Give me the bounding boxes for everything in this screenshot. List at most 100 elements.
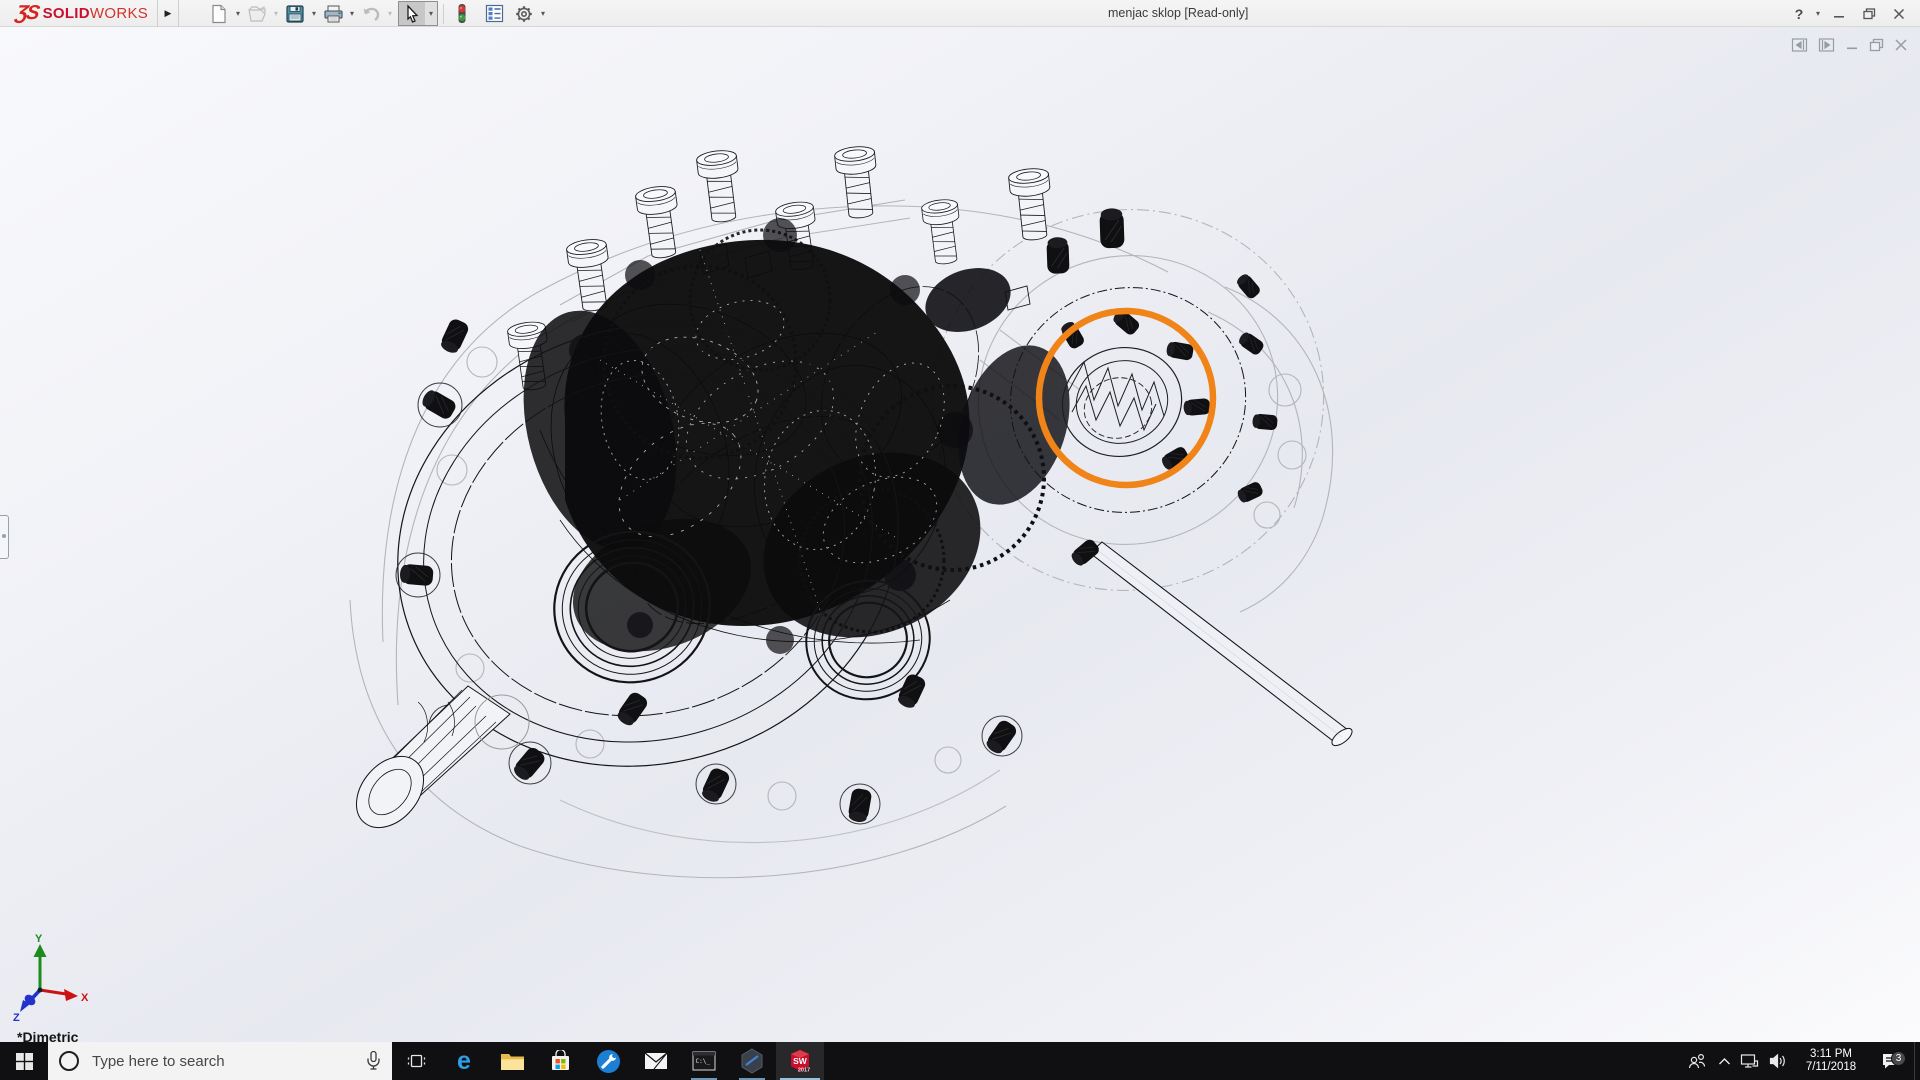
doc-minimize-button[interactable]	[1845, 38, 1859, 52]
print-dropdown[interactable]	[346, 1, 358, 26]
taskbar-search-input[interactable]: Type here to search	[48, 1042, 392, 1080]
toolbar-flyout-arrow[interactable]	[157, 0, 179, 27]
output-shaft	[1069, 537, 1355, 748]
taskbar-file-explorer-button[interactable]	[488, 1042, 536, 1080]
save-dropdown[interactable]	[308, 1, 320, 26]
tray-chevron-up-icon[interactable]	[1712, 1042, 1736, 1080]
undo-button[interactable]	[358, 1, 384, 26]
svg-text:Y: Y	[35, 933, 43, 945]
tray-date: 7/11/2018	[1792, 1061, 1870, 1075]
hex-tool-icon	[740, 1048, 764, 1074]
solidworks-3ds-glyph: ƷS	[14, 0, 40, 27]
select-tool-group	[398, 1, 438, 26]
open-folder-icon	[247, 4, 268, 24]
new-document-dropdown[interactable]	[232, 1, 244, 26]
svg-text:Z: Z	[13, 1012, 20, 1024]
taskbar-solidworks-button[interactable]: SW 2017	[776, 1042, 824, 1080]
close-icon	[1893, 8, 1905, 20]
document-window-controls	[1791, 37, 1908, 53]
mail-icon	[644, 1052, 668, 1070]
feature-manager-collapsed-tab[interactable]	[0, 515, 9, 559]
solidworks-logo: ƷS SOLID WORKS	[16, 0, 148, 27]
options-button[interactable]	[511, 1, 537, 26]
svg-text:C:\_: C:\_	[696, 1058, 711, 1065]
doc-close-button[interactable]	[1894, 38, 1908, 52]
help-dropdown[interactable]	[1812, 0, 1824, 27]
save-floppy-icon	[285, 4, 305, 24]
windows-logo-icon	[16, 1053, 33, 1070]
start-button[interactable]	[0, 1042, 48, 1080]
brand-text-solid: SOLID	[43, 5, 90, 22]
notification-count-badge: 3	[1891, 1051, 1906, 1066]
taskbar-clock[interactable]: 3:11 PM 7/11/2018	[1792, 1048, 1870, 1075]
minimize-icon	[1833, 8, 1845, 20]
svg-text:2017: 2017	[798, 1068, 810, 1074]
volume-icon[interactable]	[1763, 1042, 1792, 1080]
dock-pane-left-button[interactable]	[1791, 37, 1808, 53]
display-options-button[interactable]	[481, 1, 507, 26]
3d-model-canvas[interactable]: Y X Z	[0, 27, 1920, 1042]
file-explorer-icon	[500, 1051, 525, 1072]
action-center-button[interactable]: 3	[1870, 1052, 1910, 1070]
taskbar-edge-button[interactable]: e	[440, 1042, 488, 1080]
print-button[interactable]	[320, 1, 346, 26]
svg-text:e: e	[457, 1048, 471, 1074]
task-view-icon	[407, 1052, 426, 1070]
windows-taskbar: Type here to search e	[0, 1042, 1920, 1080]
show-desktop-divider[interactable]	[1914, 1042, 1915, 1080]
solidworks-2017-icon: SW 2017	[787, 1048, 813, 1074]
doc-restore-button[interactable]	[1869, 38, 1884, 52]
task-view-button[interactable]	[392, 1042, 440, 1080]
select-tool-button[interactable]	[399, 1, 425, 26]
open-document-button[interactable]	[244, 1, 270, 26]
tray-time: 3:11 PM	[1792, 1048, 1870, 1062]
edge-icon: e	[451, 1048, 477, 1074]
rebuild-button[interactable]	[449, 1, 475, 26]
new-document-button[interactable]	[206, 1, 232, 26]
rebuild-traffic-light-icon	[455, 3, 469, 24]
print-icon	[323, 4, 344, 24]
graphics-viewport[interactable]: Y X Z	[0, 27, 1920, 1042]
new-document-icon	[209, 4, 229, 24]
taskbar-mail-button[interactable]	[632, 1042, 680, 1080]
people-icon[interactable]	[1682, 1042, 1712, 1080]
taskbar-store-button[interactable]	[536, 1042, 584, 1080]
undo-icon	[361, 4, 382, 24]
brand-text-works: WORKS	[90, 5, 148, 22]
close-button[interactable]	[1884, 0, 1914, 27]
dock-pane-right-button[interactable]	[1818, 37, 1835, 53]
restore-icon	[1863, 8, 1876, 20]
taskbar-settings-tool-button[interactable]	[584, 1042, 632, 1080]
microphone-icon[interactable]	[366, 1050, 381, 1076]
open-document-dropdown[interactable]	[270, 1, 282, 26]
taskbar-command-prompt-button[interactable]: C:\_	[680, 1042, 728, 1080]
search-placeholder-text: Type here to search	[92, 1053, 225, 1070]
svg-text:X: X	[81, 992, 89, 1004]
command-prompt-icon: C:\_	[692, 1051, 716, 1071]
select-cursor-icon	[403, 4, 422, 24]
svg-text:SW: SW	[793, 1056, 808, 1066]
store-icon	[549, 1050, 572, 1073]
taskbar-hex-tool-button[interactable]	[728, 1042, 776, 1080]
wrench-circle-icon	[596, 1049, 621, 1074]
display-pane-options-icon	[485, 4, 504, 23]
cortana-icon	[59, 1051, 79, 1071]
toolbar-separator	[443, 4, 444, 24]
input-shaft	[343, 686, 529, 841]
main-toolbar	[206, 1, 549, 26]
options-dropdown[interactable]	[537, 1, 549, 26]
document-title: menjac sklop [Read-only]	[1108, 0, 1248, 27]
help-button[interactable]: ?	[1786, 0, 1812, 27]
restore-button[interactable]	[1854, 0, 1884, 27]
select-tool-dropdown[interactable]	[425, 2, 437, 25]
orientation-triad: Y X Z	[13, 933, 89, 1024]
system-tray: 3:11 PM 7/11/2018 3	[1682, 1042, 1920, 1080]
save-button[interactable]	[282, 1, 308, 26]
view-orientation-label: *Dimetric	[17, 1029, 78, 1042]
undo-dropdown[interactable]	[384, 1, 396, 26]
window-controls: ?	[1786, 0, 1914, 27]
network-icon[interactable]	[1736, 1042, 1763, 1080]
app-titlebar: ƷS SOLID WORKS	[0, 0, 1920, 27]
minimize-button[interactable]	[1824, 0, 1854, 27]
options-gear-icon	[514, 4, 534, 24]
